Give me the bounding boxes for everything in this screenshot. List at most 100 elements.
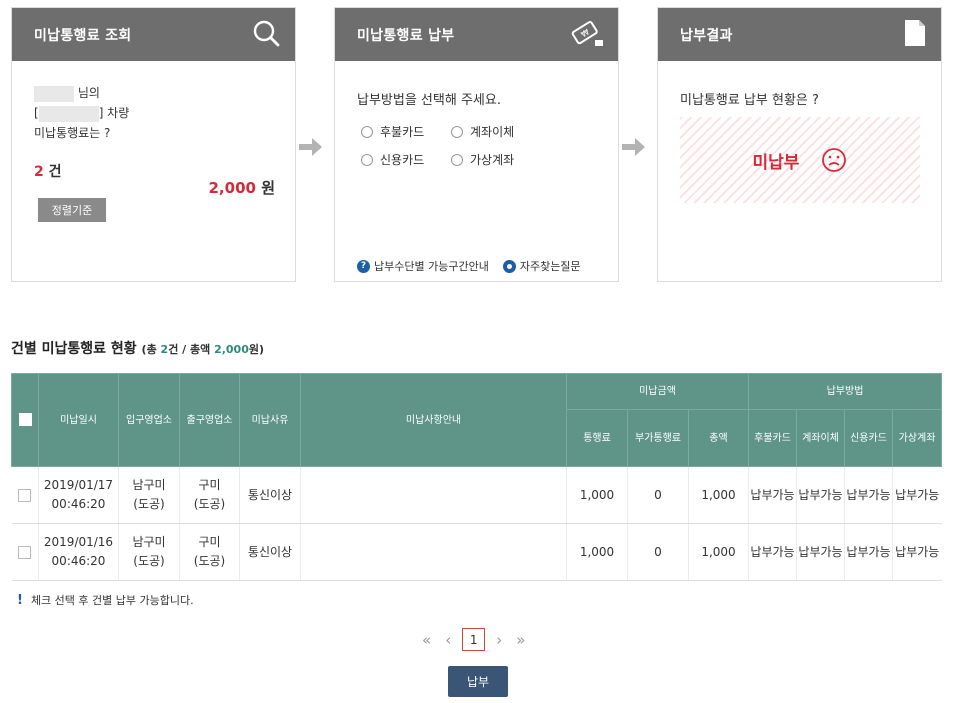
unpaid-count: 2 건 (34, 161, 62, 181)
row-date: 2019/01/16 00:46:20 (38, 523, 119, 581)
inquiry-card-body: 님의 [] 차량 미납통행료는 ? 2 건 2,000 원 정렬기준 (12, 61, 295, 281)
summary-amount: 2,000 (214, 343, 249, 356)
row-date-day: 2019/01/16 (43, 535, 114, 549)
payment-status-box: 미납부 (680, 117, 920, 203)
section-title-text: 건별 미납통행료 현황 (11, 341, 137, 357)
search-icon[interactable] (251, 18, 281, 51)
header-surcharge: 부가통행료 (627, 409, 689, 467)
result-card-body: 미납통행료 납부 현황은 ? 미납부 (658, 61, 941, 281)
last-page-button[interactable]: » (516, 631, 525, 649)
row-entry-sub: (도공) (133, 497, 165, 511)
row-date: 2019/01/17 00:46:20 (38, 466, 119, 524)
row-entry-name: 남구미 (132, 535, 166, 549)
row-toll: 1,000 (566, 523, 628, 581)
unpaid-amount-unit: 원 (261, 179, 275, 197)
row-entry: 남구미 (도공) (118, 466, 180, 524)
radio-circle[interactable] (451, 153, 463, 166)
row-exit-sub: (도공) (193, 554, 226, 568)
row-exit-sub: (도공) (193, 497, 226, 511)
radio-account-transfer[interactable]: 계좌이체 (451, 123, 514, 140)
row-date-day: 2019/01/17 (43, 478, 114, 492)
faq-link[interactable]: 자주찾는질문 (502, 258, 581, 274)
sad-face-icon (822, 148, 847, 172)
prev-page-button[interactable]: ‹ (445, 631, 451, 649)
row-exit-name: 구미 (198, 478, 221, 492)
unpaid-count-unit: 건 (48, 164, 62, 180)
summary-open: (총 (141, 343, 161, 356)
header-guide: 미납사항안내 (300, 373, 567, 467)
payment-guide-link[interactable]: ? 납부수단별 가능구간안내 (357, 258, 489, 274)
selection-notice: ! 체크 선택 후 건별 납부 가능합니다. (17, 592, 194, 608)
header-entry: 입구영업소 (118, 373, 180, 467)
row-reason: 통신이상 (239, 466, 301, 524)
pay-button[interactable]: 납부 (448, 666, 508, 697)
row-checkbox[interactable] (18, 488, 32, 502)
payment-card-title: 미납통행료 납부 (357, 27, 455, 44)
row-guide (300, 523, 567, 581)
row-entry-sub: (도공) (133, 554, 165, 568)
row-surcharge: 0 (627, 523, 689, 581)
unpaid-amount: 2,000 원 (209, 177, 276, 198)
unpaid-question: 미납통행료는 ? (34, 126, 111, 140)
result-question: 미납통행료 납부 현황은 ? (680, 93, 819, 108)
current-page-button[interactable]: 1 (462, 628, 486, 651)
radio-virtual-account[interactable]: 가상계좌 (451, 151, 514, 168)
payment-status: 미납부 (752, 152, 800, 173)
row-method-transfer: 납부가능 (796, 523, 845, 581)
row-exit: 구미 (도공) (179, 523, 240, 581)
result-card: 납부결과 미납통행료 납부 현황은 ? 미납부 (657, 7, 942, 282)
row-exit-name: 구미 (198, 535, 221, 549)
radio-deferred-card[interactable]: 후불카드 (361, 123, 424, 140)
header-method-credit: 신용카드 (844, 409, 893, 467)
payment-guide-label: 납부수단별 가능구간안내 (374, 260, 489, 273)
unpaid-amount-value: 2,000 (208, 179, 256, 197)
row-method-deferred: 납부가능 (748, 466, 797, 524)
next-page-button[interactable]: › (496, 631, 502, 649)
radio-credit-card[interactable]: 신용카드 (361, 151, 424, 168)
header-exit: 출구영업소 (179, 373, 240, 467)
first-page-button[interactable]: « (422, 631, 431, 649)
row-entry: 남구미 (도공) (118, 523, 180, 581)
table-row: 2019/01/17 00:46:20 남구미 (도공) 구미 (도공) 통신이상 1… (11, 466, 942, 524)
radio-circle[interactable] (361, 125, 373, 138)
row-checkbox[interactable] (18, 545, 32, 559)
section-summary: (총 2건 / 총액 2,000원) (142, 343, 264, 356)
row-date-time: 00:46:20 (51, 497, 106, 511)
header-total: 총액 (688, 409, 749, 467)
select-all-checkbox[interactable] (18, 413, 32, 426)
radio-circle[interactable] (451, 125, 463, 138)
row-total: 1,000 (688, 466, 749, 524)
header-method-transfer: 계좌이체 (796, 409, 845, 467)
owner-line: 님의 (34, 84, 100, 102)
payment-card: 미납통행료 납부 ₩ 납부방법을 선택해 주세요. 후불카드 계좌이체 신용카드… (334, 7, 619, 282)
radio-label: 가상계좌 (470, 153, 515, 167)
header-date: 미납일시 (38, 373, 119, 467)
row-guide (300, 466, 567, 524)
radio-label: 후불카드 (380, 125, 425, 139)
row-method-virtual: 납부가능 (892, 523, 942, 581)
sort-criteria-button[interactable]: 정렬기준 (38, 198, 106, 222)
row-method-virtual: 납부가능 (892, 466, 942, 524)
result-card-header: 납부결과 (658, 8, 941, 61)
payment-links: ? 납부수단별 가능구간안내 자주찾는질문 (357, 258, 595, 274)
unpaid-toll-table: 미납일시 입구영업소 출구영업소 미납사유 미납사항안내 미납금액 납부방법 통… (11, 373, 942, 581)
radio-label: 신용카드 (380, 153, 425, 167)
header-method-group: 납부방법 (748, 373, 942, 410)
vehicle-line: [] 차량 (34, 104, 129, 122)
faq-label: 자주찾는질문 (519, 260, 581, 273)
row-date-time: 00:46:20 (51, 554, 106, 568)
help-icon: ? (357, 259, 370, 273)
ticket-icon: ₩ (570, 18, 604, 51)
row-reason: 통신이상 (239, 523, 301, 581)
payment-prompt: 납부방법을 선택해 주세요. (357, 93, 501, 108)
arrow-right-icon (299, 138, 322, 156)
unpaid-count-value: 2 (34, 164, 44, 180)
row-total: 1,000 (688, 523, 749, 581)
masked-name (34, 85, 74, 102)
row-method-credit: 납부가능 (844, 466, 893, 524)
radio-circle[interactable] (361, 153, 373, 166)
header-method-virtual: 가상계좌 (892, 409, 942, 467)
inquiry-card: 미납통행료 조회 님의 [] 차량 미납통행료는 ? 2 건 2,000 원 정… (11, 7, 296, 282)
row-method-deferred: 납부가능 (748, 523, 797, 581)
result-card-title: 납부결과 (680, 27, 733, 44)
